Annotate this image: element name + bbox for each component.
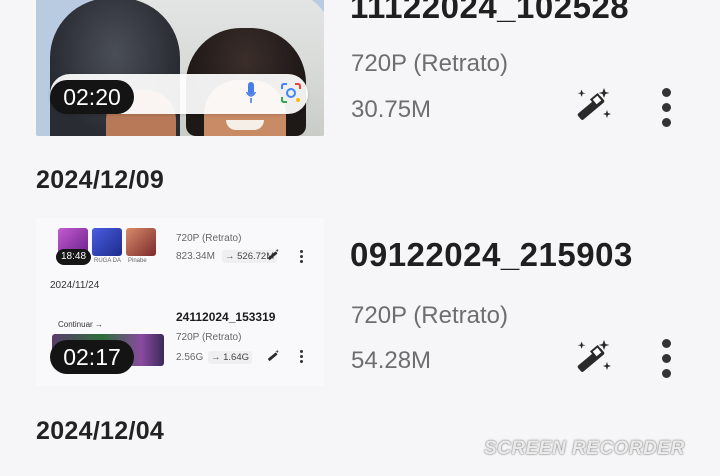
video-title[interactable]: 11122024_102528: [350, 0, 629, 26]
video-size: 54.28M: [351, 347, 432, 374]
thumbnail-image: [36, 0, 324, 136]
mini-resolution: 720P (Retrato): [176, 233, 242, 244]
mini-caption: RUGA DA: [94, 258, 122, 264]
mic-icon: [246, 82, 256, 103]
magic-wand-icon[interactable]: [572, 338, 612, 378]
more-options-icon[interactable]: [658, 88, 674, 128]
duration-badge: 02:17: [50, 340, 134, 374]
video-resolution: 720P (Retrato): [351, 302, 508, 329]
mini-thumbnail: [92, 228, 122, 256]
mini-title: 24112024_153319: [176, 310, 276, 324]
mini-more-icon: [298, 350, 304, 365]
mini-caption: Pinabe: [128, 258, 147, 264]
magic-wand-icon[interactable]: [572, 86, 612, 126]
video-thumbnail[interactable]: 18:48 RUGA DA Pinabe 720P (Retrato) 823.…: [36, 218, 324, 386]
duration-badge: 02:20: [50, 80, 134, 114]
mini-continue-label: Continuar →: [58, 320, 103, 329]
mini-resolution: 720P (Retrato): [176, 332, 242, 343]
mini-date-header: 2024/11/24: [50, 280, 100, 291]
video-title[interactable]: 09122024_215903: [350, 236, 633, 274]
mini-magic-wand-icon: [268, 349, 280, 361]
mini-thumbnail: [126, 228, 156, 256]
mini-size: 823.34M: [176, 251, 215, 262]
date-header: 2024/12/04: [36, 417, 165, 445]
screen-recorder-watermark: SCREEN RECORDER: [484, 438, 685, 459]
date-header: 2024/12/09: [36, 166, 165, 194]
mini-size-compressed: → 1.64G: [208, 351, 253, 364]
mini-more-icon: [298, 250, 304, 265]
video-resolution: 720P (Retrato): [351, 50, 508, 77]
mini-magic-wand-icon: [268, 248, 280, 260]
video-thumbnail[interactable]: 02:20: [36, 0, 324, 136]
more-options-icon[interactable]: [658, 339, 674, 379]
mini-duration-badge: 18:48: [56, 249, 92, 265]
lens-icon: [281, 83, 301, 103]
video-size: 30.75M: [351, 96, 432, 123]
mini-size: 2.56G: [176, 352, 204, 363]
